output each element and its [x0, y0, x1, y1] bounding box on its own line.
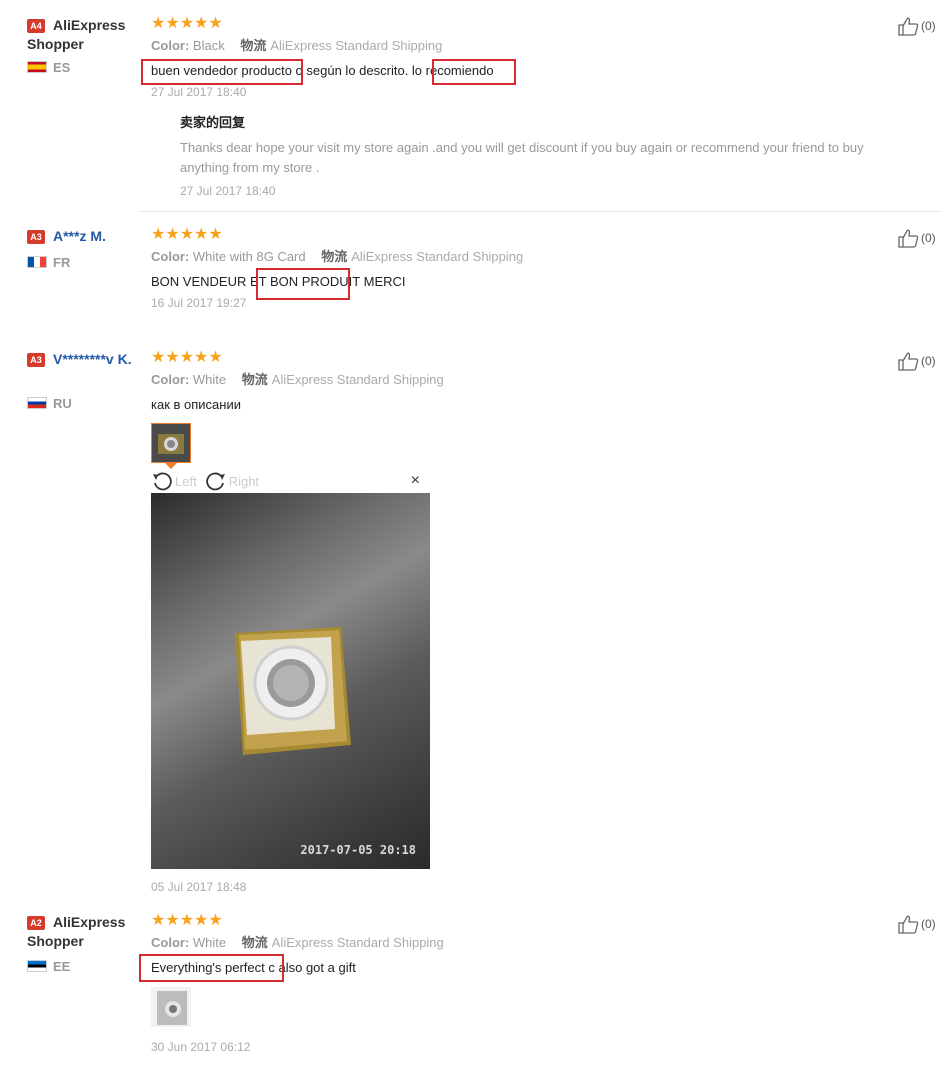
- review-date: 05 Jul 2017 18:48: [151, 880, 247, 894]
- review-body: ★★★★★ Color: White 物流 AliExpress Standard…: [151, 350, 891, 895]
- reviewer-name[interactable]: V********v K.: [53, 351, 132, 367]
- review-text: как в описании: [151, 397, 241, 412]
- highlight-box: [139, 954, 284, 982]
- reviewer-info: A3 V********v K. RU: [27, 350, 139, 411]
- reviewer-country: RU: [27, 396, 72, 411]
- helpful-button[interactable]: (0): [897, 914, 936, 934]
- buyer-level-badge: A3: [27, 353, 45, 367]
- close-icon[interactable]: ×: [411, 472, 420, 490]
- flag-icon: [27, 397, 47, 409]
- flag-icon: [27, 256, 47, 268]
- photo-timestamp: 2017-07-05 20:18: [300, 843, 416, 857]
- review-photo-thumbnail[interactable]: [151, 423, 191, 463]
- photo-viewer-toolbar: Left Right ×: [151, 469, 430, 493]
- helpful-button[interactable]: (0): [897, 16, 936, 36]
- review-meta: Color: White 物流 AliExpress Standard Shipp…: [151, 935, 444, 950]
- rotate-left-icon: [153, 472, 172, 491]
- review-body: ★★★★★ Color: Black 物流 AliExpress Standard…: [151, 15, 891, 199]
- rotate-right-icon: [206, 472, 225, 491]
- highlight-box: [141, 59, 303, 85]
- review-meta: Color: Black 物流 AliExpress Standard Shipp…: [151, 38, 443, 53]
- review-date: 27 Jul 2017 18:40: [151, 85, 247, 99]
- helpful-button[interactable]: (0): [897, 228, 936, 248]
- photo-viewer: Left Right × 2017-07-05 20:18: [151, 469, 430, 869]
- thumbs-up-icon: [898, 17, 919, 36]
- reviewer-info: A2 AliExpress Shopper EE: [27, 913, 139, 974]
- photo-content-image: [235, 627, 351, 755]
- seller-reply-title: 卖家的回复: [180, 115, 246, 130]
- rating-stars: ★★★★★: [151, 349, 223, 366]
- seller-reply: 卖家的回复 Thanks dear hope your visit my sto…: [180, 114, 890, 198]
- rating-stars: ★★★★★: [151, 912, 223, 929]
- thumbs-up-icon: [898, 352, 919, 371]
- buyer-level-badge: A3: [27, 230, 45, 244]
- reviewer-country: EE: [27, 959, 70, 974]
- highlight-box: [256, 268, 350, 300]
- reviewer-country: ES: [27, 60, 70, 75]
- rating-stars: ★★★★★: [151, 15, 223, 32]
- rotate-left-button[interactable]: Left: [151, 471, 197, 491]
- seller-reply-text: Thanks dear hope your visit my store aga…: [180, 140, 864, 175]
- reviewer-country: FR: [27, 255, 70, 270]
- seller-reply-date: 27 Jul 2017 18:40: [180, 184, 276, 198]
- photo-thumbnail-image: [151, 987, 191, 1027]
- buyer-level-badge: A2: [27, 916, 45, 930]
- rating-stars: ★★★★★: [151, 226, 223, 243]
- review-meta: Color: White 物流 AliExpress Standard Shipp…: [151, 372, 444, 387]
- review-body: ★★★★★ Color: White 物流 AliExpress Standard…: [151, 913, 891, 1055]
- review-meta: Color: White with 8G Card 物流 AliExpress S…: [151, 249, 524, 264]
- review-date: 30 Jun 2017 06:12: [151, 1040, 251, 1054]
- highlight-box: [432, 59, 516, 85]
- helpful-button[interactable]: (0): [897, 351, 936, 371]
- review-photo-thumbnail[interactable]: [151, 987, 191, 1027]
- buyer-level-badge: A4: [27, 19, 45, 33]
- flag-icon: [27, 61, 47, 73]
- review-photo: 2017-07-05 20:18: [151, 493, 430, 869]
- thumbs-up-icon: [898, 915, 919, 934]
- divider: [140, 211, 940, 212]
- rotate-right-button[interactable]: Right: [205, 471, 259, 491]
- flag-icon: [27, 960, 47, 972]
- thumbs-up-icon: [898, 229, 919, 248]
- reviewer-info: A4 AliExpress Shopper ES: [27, 16, 139, 75]
- reviewer-info: A3 A***z M. FR: [27, 227, 139, 270]
- reviewer-name[interactable]: A***z M.: [53, 228, 106, 244]
- photo-thumbnail-image: [152, 424, 190, 462]
